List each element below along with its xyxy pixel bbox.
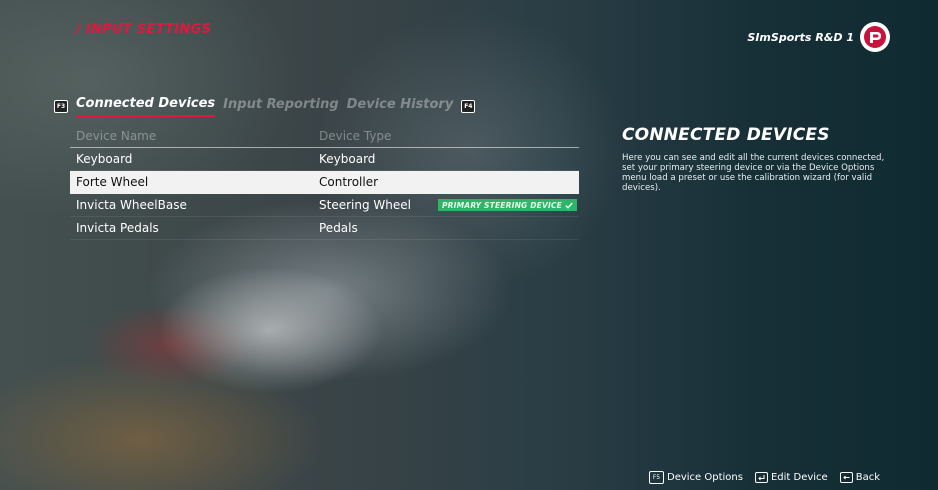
season-badge-icon — [860, 22, 890, 52]
screen: / INPUT SETTINGS SImSports R&D 1 F3 Conn… — [0, 0, 938, 490]
profile-area[interactable]: SImSports R&D 1 — [747, 22, 890, 52]
header-device-type: Device Type — [319, 129, 392, 143]
device-options-key-icon: F5 — [649, 471, 664, 484]
info-description: Here you can see and edit all the curren… — [622, 153, 885, 193]
edit-device-label: Edit Device — [770, 472, 828, 483]
device-type: Controller — [319, 175, 379, 189]
header-device-name: Device Name — [76, 129, 157, 143]
device-type: Keyboard — [319, 152, 376, 166]
device-table: Device Name Device Type Keyboard Keyboar… — [70, 125, 579, 240]
tab-input-reporting[interactable]: Input Reporting — [223, 97, 338, 116]
primary-steering-badge: PRIMARY STEERING DEVICE — [437, 199, 577, 211]
prev-tab-key-icon[interactable]: F3 — [54, 100, 68, 113]
device-type: Pedals — [319, 221, 358, 235]
page-title: / INPUT SETTINGS — [76, 22, 212, 37]
back-label: Back — [855, 472, 880, 483]
device-name: Invicta WheelBase — [76, 198, 187, 212]
device-name: Forte Wheel — [76, 175, 149, 189]
device-name: Keyboard — [76, 152, 133, 166]
tab-device-history[interactable]: Device History — [347, 97, 454, 116]
device-name: Invicta Pedals — [76, 221, 159, 235]
profile-name: SImSports R&D 1 — [747, 30, 854, 44]
table-row[interactable]: Forte Wheel Controller — [70, 171, 579, 194]
table-row[interactable]: Invicta Pedals Pedals — [70, 217, 579, 240]
enter-key-icon — [754, 472, 768, 483]
primary-steering-label: PRIMARY STEERING DEVICE — [441, 200, 562, 210]
tab-bar: F3 Connected Devices Input Reporting Dev… — [54, 96, 476, 117]
next-tab-key-icon[interactable]: F4 — [461, 100, 476, 113]
device-type: Steering Wheel — [319, 198, 411, 212]
info-title: CONNECTED DEVICES — [622, 125, 830, 145]
device-options-label: Device Options — [667, 472, 743, 483]
tab-connected-devices[interactable]: Connected Devices — [76, 96, 216, 117]
device-options-button[interactable]: F5 Device Options — [649, 471, 743, 484]
footer-actions: F5 Device Options Edit Device Back — [649, 471, 880, 484]
table-row[interactable]: Keyboard Keyboard — [70, 148, 579, 171]
edit-device-button[interactable]: Edit Device — [754, 472, 828, 483]
table-header: Device Name Device Type — [70, 125, 579, 148]
back-button[interactable]: Back — [839, 472, 880, 483]
table-row[interactable]: Invicta WheelBase Steering Wheel PRIMARY… — [70, 194, 579, 217]
checkmark-icon — [565, 202, 573, 209]
backspace-key-icon — [839, 472, 853, 483]
